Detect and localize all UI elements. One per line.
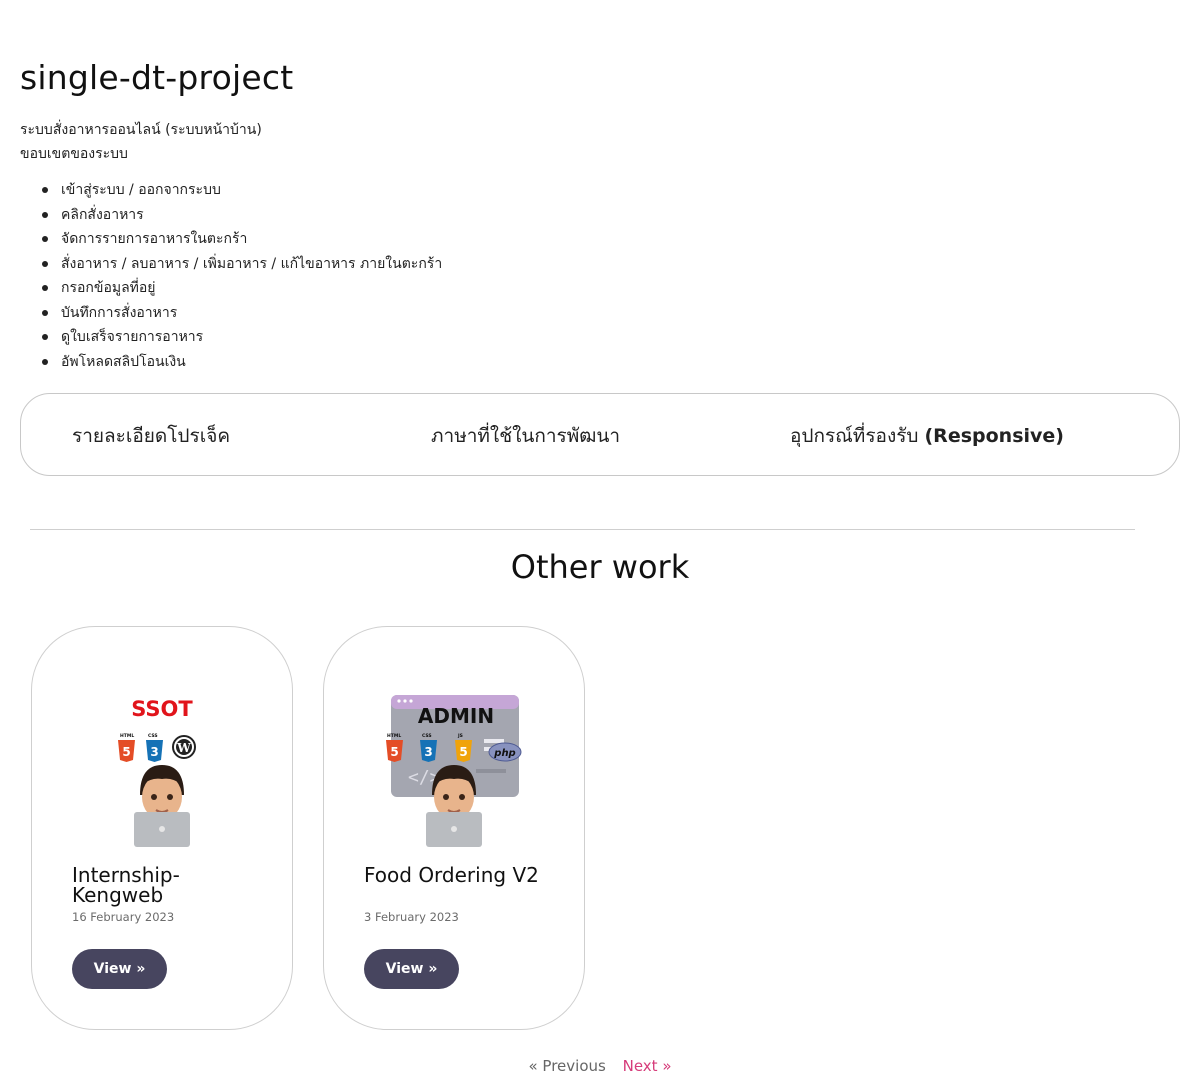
card-thumbnail[interactable]: ADMIN </> HTML 5 CSS 3 JS 5 php: [384, 685, 524, 847]
php-icon: php: [488, 742, 522, 762]
thumbnail-image: ADMIN </> HTML 5 CSS 3 JS 5 php: [386, 695, 522, 847]
svg-text:HTML: HTML: [387, 733, 401, 739]
scope-item: ดูใบเสร็จรายการอาหาร: [42, 325, 442, 350]
svg-text:3: 3: [150, 745, 158, 759]
work-card: SSOT HTML 5 CSS 3 W Internship-Kengweb 1…: [31, 626, 293, 1030]
svg-text:HTML: HTML: [120, 733, 134, 739]
tab-project-details[interactable]: รายละเอียดโปรเจ็ค: [72, 394, 230, 477]
page-title: single-dt-project: [20, 58, 294, 97]
scope-item: สั่งอาหาร / ลบอาหาร / เพิ่มอาหาร / แก้ไข…: [42, 252, 442, 277]
section-divider: [30, 529, 1135, 530]
svg-text:W: W: [176, 741, 191, 755]
css3-icon: CSS 3: [146, 733, 163, 762]
pagination: « Previous Next »: [0, 1057, 1200, 1075]
html5-icon: HTML 5: [118, 733, 135, 762]
tab-devices[interactable]: อุปกรณ์ที่รองรับ (Responsive): [790, 394, 1064, 477]
svg-text:JS: JS: [457, 733, 463, 739]
svg-text:5: 5: [122, 745, 130, 759]
tab-label: อุปกรณ์ที่รองรับ: [790, 424, 919, 447]
tab-label-bold: (Responsive): [924, 424, 1064, 447]
scope-item: คลิกสั่งอาหาร: [42, 203, 442, 228]
thumbnail-image: SSOT HTML 5 CSS 3 W: [118, 697, 196, 847]
work-card: ADMIN </> HTML 5 CSS 3 JS 5 php Food Ord…: [323, 626, 585, 1030]
laptop-icon: [426, 812, 482, 847]
scope-item: จัดการรายการอาหารในตะกร้า: [42, 227, 442, 252]
next-link[interactable]: Next »: [623, 1057, 672, 1075]
card-thumbnail[interactable]: SSOT HTML 5 CSS 3 W: [92, 685, 232, 847]
svg-text:5: 5: [390, 745, 398, 759]
other-work-heading: Other work: [510, 548, 690, 586]
tab-label: ภาษาที่ใช้ในการพัฒนา: [431, 424, 621, 447]
tab-languages[interactable]: ภาษาที่ใช้ในการพัฒนา: [431, 394, 620, 477]
card-date: 16 February 2023: [72, 910, 175, 924]
scope-item: อัพโหลดสลิปโอนเงิน: [42, 350, 442, 375]
previous-link[interactable]: « Previous: [528, 1057, 605, 1075]
project-description: ระบบสั่งอาหารออนไลน์ (ระบบหน้าบ้าน): [20, 122, 262, 138]
wordpress-icon: W: [172, 735, 196, 759]
project-tabs: รายละเอียดโปรเจ็ค ภาษาที่ใช้ในการพัฒนา อ…: [20, 393, 1180, 476]
svg-text:CSS: CSS: [148, 733, 158, 739]
intro-text: ระบบสั่งอาหารออนไลน์ (ระบบหน้าบ้าน) ขอบเ…: [20, 118, 262, 166]
card-title-text: Food Ordering V2: [364, 863, 539, 887]
scope-heading: ขอบเขตของระบบ: [20, 146, 128, 162]
thumbnail-text: SSOT: [131, 697, 193, 721]
scope-item: เข้าสู่ระบบ / ออกจากระบบ: [42, 178, 442, 203]
view-button[interactable]: View »: [72, 949, 167, 989]
scope-item: บันทึกการสั่งอาหาร: [42, 301, 442, 326]
view-button[interactable]: View »: [364, 949, 459, 989]
thumbnail-text: ADMIN: [418, 704, 494, 728]
tab-label: รายละเอียดโปรเจ็ค: [72, 424, 231, 447]
card-title[interactable]: Internship-Kengweb: [72, 865, 262, 905]
html5-icon: HTML 5: [386, 733, 403, 762]
card-title[interactable]: Food Ordering V2: [364, 865, 554, 885]
card-title-text: Internship-Kengweb: [72, 863, 180, 907]
memoji-avatar: [140, 765, 184, 820]
scope-item: กรอกข้อมูลที่อยู่: [42, 276, 442, 301]
card-date: 3 February 2023: [364, 910, 459, 924]
scope-list: เข้าสู่ระบบ / ออกจากระบบ คลิกสั่งอาหาร จ…: [42, 178, 442, 374]
memoji-avatar: [432, 765, 476, 820]
svg-text:5: 5: [459, 745, 467, 759]
svg-text:3: 3: [424, 745, 432, 759]
laptop-icon: [134, 812, 190, 847]
svg-text:CSS: CSS: [422, 733, 432, 739]
php-badge-text: php: [493, 748, 515, 759]
